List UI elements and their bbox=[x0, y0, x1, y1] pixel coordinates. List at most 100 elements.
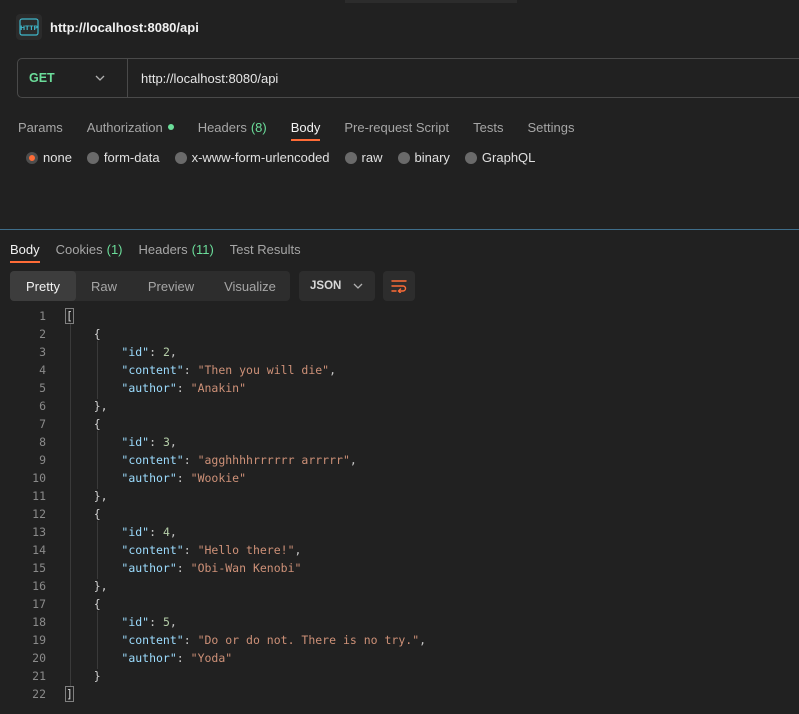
svg-text:HTTP: HTTP bbox=[20, 25, 38, 32]
tab-label: Pre-request Script bbox=[344, 119, 450, 135]
line-number: 22 bbox=[32, 687, 46, 701]
tab-pre-request-script[interactable]: Pre-request Script bbox=[344, 114, 449, 140]
tab-label: Authorization bbox=[86, 119, 163, 135]
code-line: 7 { bbox=[0, 415, 799, 433]
code-text: "id": 2, bbox=[121, 345, 177, 359]
tab-label: Tests bbox=[473, 119, 504, 135]
radio-selected-icon bbox=[26, 151, 38, 164]
line-number: 11 bbox=[32, 489, 46, 503]
code-text: "id": 4, bbox=[121, 525, 177, 539]
tab-body[interactable]: Body bbox=[290, 114, 321, 141]
code-text: "content": "agghhhhrrrrrr arrrrr", bbox=[121, 453, 357, 467]
radio-binary[interactable]: binary bbox=[397, 150, 450, 165]
tab-label: Body bbox=[290, 119, 321, 135]
radio-none[interactable]: none bbox=[26, 150, 72, 165]
code-text: "author": "Wookie" bbox=[121, 471, 247, 485]
radio-icon bbox=[464, 151, 477, 164]
code-line: 9 "content": "agghhhhrrrrrr arrrrr", bbox=[0, 451, 799, 469]
code-line: 19 "content": "Do or do not. There is no… bbox=[0, 631, 799, 649]
method-select[interactable]: GET bbox=[18, 59, 128, 97]
line-number: 6 bbox=[39, 399, 46, 413]
view-pretty-button[interactable]: Pretty bbox=[10, 271, 76, 301]
view-mode-segmented-control: Pretty Raw Preview Visualize bbox=[10, 271, 290, 301]
view-preview-button[interactable]: Preview bbox=[132, 271, 210, 301]
line-number: 8 bbox=[39, 435, 46, 449]
view-raw-button[interactable]: Raw bbox=[76, 271, 132, 301]
response-body-editor[interactable]: 1[ 2 {3 "id": 2, 4 "content": "Then you wi… bbox=[0, 307, 799, 703]
request-title-bar: HTTP http://localhost:8080/api bbox=[16, 14, 199, 40]
line-number: 16 bbox=[32, 579, 46, 593]
code-line: 18 "id": 5, bbox=[0, 613, 799, 631]
tab-headers[interactable]: Headers (8) bbox=[198, 114, 267, 140]
tab-response-headers[interactable]: Headers (11) bbox=[139, 236, 214, 262]
radio-icon bbox=[86, 151, 99, 164]
code-text: "id": 3, bbox=[121, 435, 177, 449]
code-text: "author": "Obi-Wan Kenobi" bbox=[121, 561, 302, 575]
code-text: "content": "Then you will die", bbox=[121, 363, 337, 377]
line-number: 12 bbox=[32, 507, 46, 521]
code-text: { bbox=[66, 417, 101, 431]
request-title[interactable]: http://localhost:8080/api bbox=[50, 20, 199, 35]
code-text: }, bbox=[66, 399, 108, 413]
wrap-lines-button[interactable] bbox=[383, 271, 415, 301]
count-badge: (11) bbox=[191, 241, 214, 257]
radio-raw[interactable]: raw bbox=[344, 150, 383, 165]
radio-form-data[interactable]: form-data bbox=[86, 150, 160, 165]
tab-authorization[interactable]: Authorization bbox=[87, 114, 174, 140]
tab-settings[interactable]: Settings bbox=[527, 114, 574, 140]
line-number: 14 bbox=[32, 543, 46, 557]
tab-label: Test Results bbox=[229, 241, 301, 257]
code-line: 21 } bbox=[0, 667, 799, 685]
indent-guide bbox=[97, 341, 98, 399]
code-line: 11 }, bbox=[0, 487, 799, 505]
count-badge: (8) bbox=[250, 119, 267, 135]
code-line: 20 "author": "Yoda" bbox=[0, 649, 799, 667]
url-input[interactable]: http://localhost:8080/api bbox=[141, 71, 278, 86]
code-line: 12 { bbox=[0, 505, 799, 523]
line-number: 4 bbox=[39, 363, 46, 377]
line-number: 2 bbox=[39, 327, 46, 341]
code-line: 1[ bbox=[0, 307, 799, 325]
line-number: 21 bbox=[32, 669, 46, 683]
radio-x-www-form-urlencoded[interactable]: x-www-form-urlencoded bbox=[174, 150, 330, 165]
code-line: 16 }, bbox=[0, 577, 799, 595]
line-number: 3 bbox=[39, 345, 46, 359]
pane-resize-divider[interactable] bbox=[0, 229, 799, 230]
code-text: { bbox=[66, 327, 101, 341]
wrap-lines-icon bbox=[391, 280, 407, 293]
code-text: { bbox=[66, 507, 101, 521]
tab-label: Settings bbox=[527, 119, 575, 135]
view-visualize-button[interactable]: Visualize bbox=[210, 271, 290, 301]
http-icon: HTTP bbox=[16, 14, 42, 40]
tab-test-results[interactable]: Test Results bbox=[230, 236, 301, 262]
request-tabs: Params Authorization Headers (8) Body Pre… bbox=[18, 114, 598, 141]
format-select[interactable]: JSON bbox=[299, 271, 375, 301]
tab-cookies[interactable]: Cookies (1) bbox=[56, 236, 123, 262]
body-type-radio-group: none form-data x-www-form-urlencoded raw… bbox=[26, 150, 550, 165]
line-number: 7 bbox=[39, 417, 46, 431]
format-label: JSON bbox=[310, 280, 342, 292]
code-text: "author": "Yoda" bbox=[121, 651, 233, 665]
radio-icon bbox=[174, 151, 187, 164]
line-number: 1 bbox=[39, 309, 46, 323]
line-number: 19 bbox=[32, 633, 46, 647]
code-text: "author": "Anakin" bbox=[121, 381, 247, 395]
chevron-down-icon bbox=[95, 75, 105, 81]
code-line: 15 "author": "Obi-Wan Kenobi" bbox=[0, 559, 799, 577]
chevron-down-icon bbox=[353, 283, 363, 289]
line-number: 13 bbox=[32, 525, 46, 539]
radio-label: none bbox=[43, 150, 72, 165]
tab-tests[interactable]: Tests bbox=[473, 114, 503, 140]
tab-response-body[interactable]: Body bbox=[10, 236, 40, 263]
tab-params[interactable]: Params bbox=[18, 114, 63, 140]
status-dot-icon bbox=[167, 124, 174, 130]
line-number: 9 bbox=[39, 453, 46, 467]
radio-label: x-www-form-urlencoded bbox=[191, 150, 330, 165]
code-text: } bbox=[66, 669, 101, 683]
code-line: 4 "content": "Then you will die", bbox=[0, 361, 799, 379]
radio-graphql[interactable]: GraphQL bbox=[464, 150, 535, 165]
indent-guide bbox=[97, 521, 98, 579]
line-number: 5 bbox=[39, 381, 46, 395]
code-text: "id": 5, bbox=[121, 615, 177, 629]
code-text: ] bbox=[65, 686, 74, 702]
